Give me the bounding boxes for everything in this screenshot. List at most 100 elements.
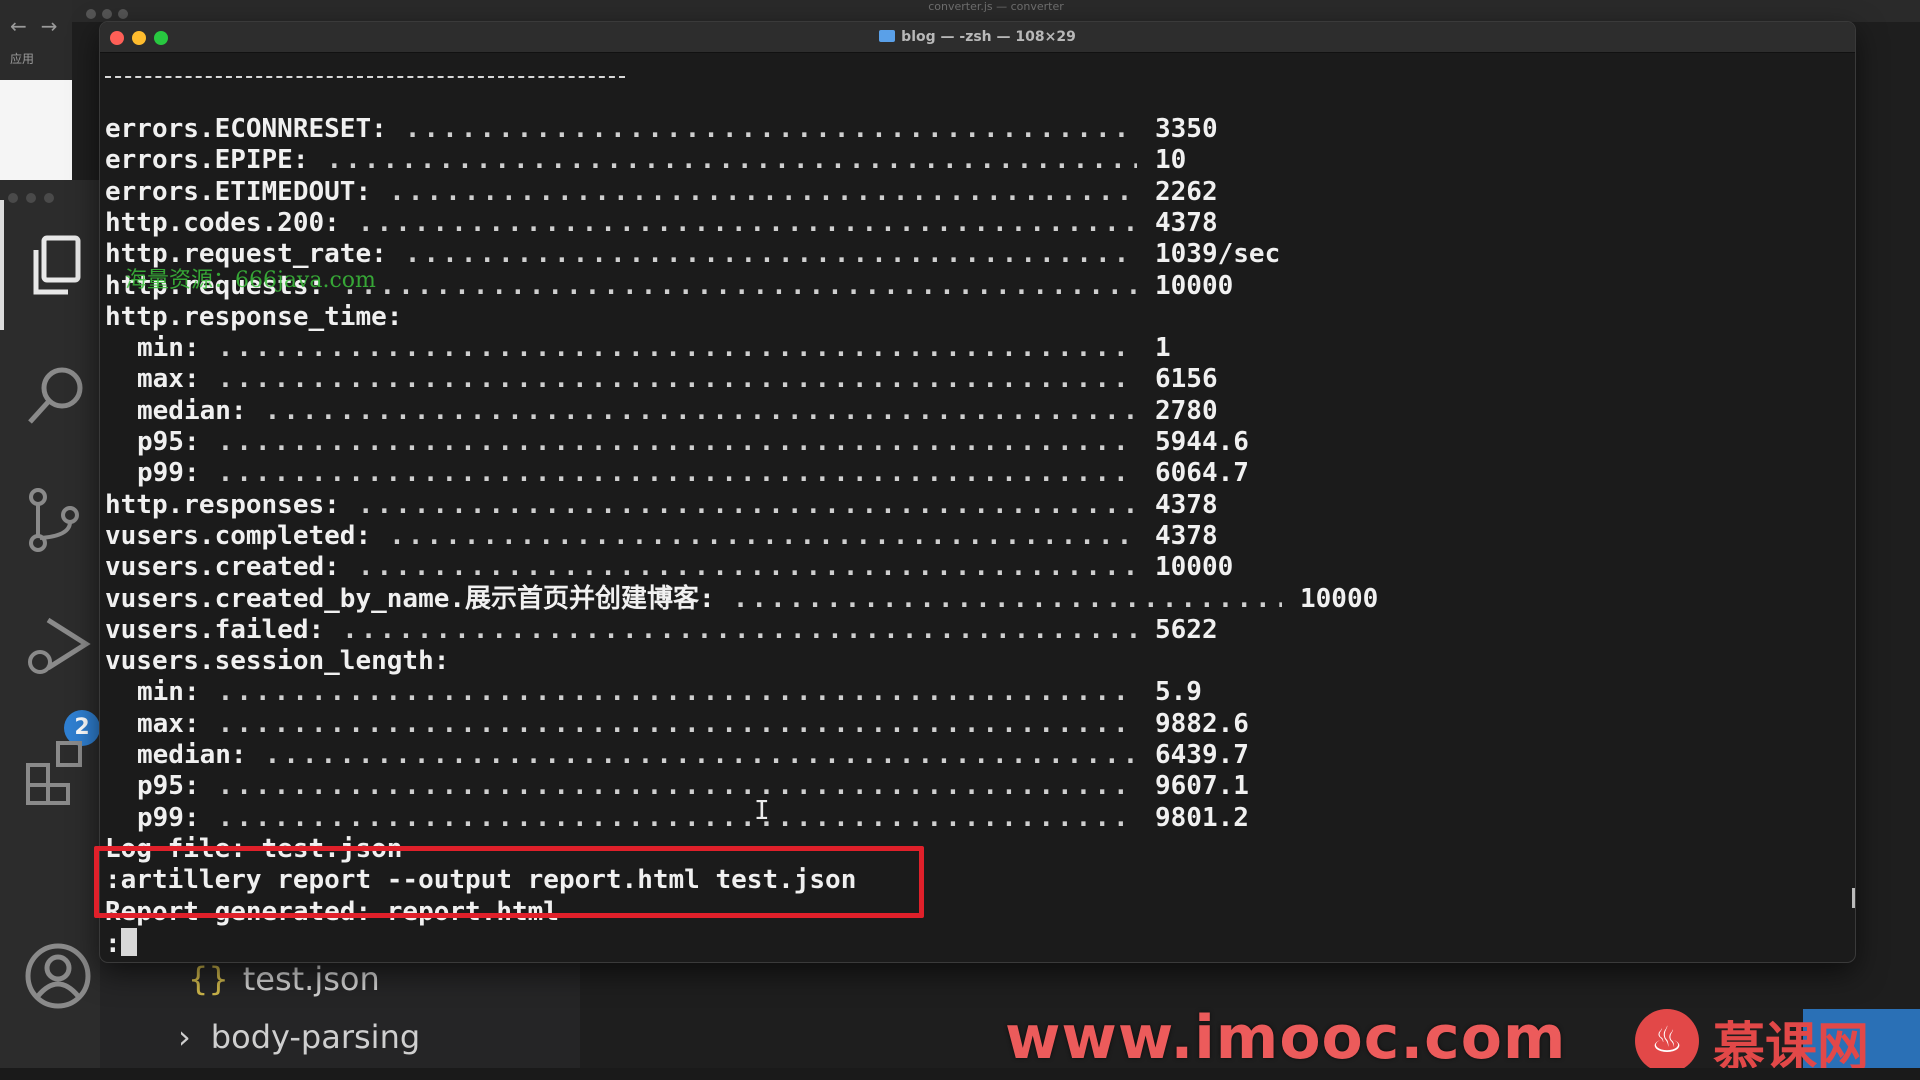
terminal-output[interactable]: errors.ECONNRESET:......................… <box>105 62 1855 962</box>
metric-value: 10000 <box>1155 552 1234 583</box>
metric-value: 9801.2 <box>1155 802 1249 833</box>
metric-line: p99:....................................… <box>137 802 1249 834</box>
metric-value: 6156 <box>1155 364 1218 395</box>
metric-line: errors.EPIPE:...........................… <box>105 145 1186 176</box>
metric-line: p95:....................................… <box>137 771 1249 802</box>
background-editor-titlebar: converter.js — converter <box>72 0 1920 22</box>
metric-value: 10000 <box>1155 270 1234 301</box>
run-debug-icon[interactable] <box>22 610 94 682</box>
leader-dots: ........................................… <box>217 771 1137 802</box>
metric-line: median:.................................… <box>137 740 1249 771</box>
metric-key: p99: <box>137 802 200 833</box>
metric-key: vusers.session_length: <box>105 646 450 677</box>
account-icon[interactable] <box>22 940 94 1012</box>
leader-dots: ........................................… <box>389 520 1137 551</box>
metric-value: 6064.7 <box>1155 458 1249 489</box>
metric-line: p99:....................................… <box>137 458 1249 489</box>
site-watermark: www.imooc.com <box>1005 1003 1567 1073</box>
leader-dots: ........................................… <box>357 552 1137 583</box>
metric-value: 5944.6 <box>1155 427 1249 457</box>
metric-value: 2262 <box>1155 176 1218 207</box>
metric-line: max:....................................… <box>137 708 1249 740</box>
window-controls <box>8 188 62 207</box>
metric-line: errors.ETIMEDOUT:.......................… <box>105 176 1218 208</box>
metric-value: 6439.7 <box>1155 740 1249 770</box>
metric-key: min: <box>137 333 200 364</box>
metric-key: max: <box>137 364 200 395</box>
metric-key: errors.ECONNRESET: <box>105 114 387 144</box>
overlay-watermark: 海量资源：666java.com <box>125 268 376 293</box>
leader-dots: ........................................… <box>217 677 1137 708</box>
chevron-right-icon: › <box>178 1018 191 1056</box>
metric-key: p95: <box>137 427 200 457</box>
metric-line: http.response_time: <box>105 302 402 333</box>
folder-icon <box>879 30 896 42</box>
metric-value: 5.9 <box>1155 677 1202 708</box>
terminal-titlebar[interactable]: blog — -zsh — 108×29 <box>100 22 1855 53</box>
shell-prompt[interactable]: : <box>105 927 137 959</box>
metric-key: vusers.created: <box>105 552 340 583</box>
explorer-file-item[interactable]: {} test.json <box>188 960 380 998</box>
extensions-icon[interactable] <box>22 735 94 807</box>
forward-arrow-icon[interactable]: → <box>41 14 58 38</box>
metric-key: errors.ETIMEDOUT: <box>105 176 372 207</box>
flame-icon: ♨ <box>1635 1009 1699 1073</box>
browser-nav: ← → <box>10 14 72 38</box>
metric-value: 3350 <box>1155 114 1218 144</box>
editor-title: converter.js — converter <box>928 0 1064 13</box>
scrollbar-thumb[interactable] <box>1852 888 1855 908</box>
metric-value: 4378 <box>1155 520 1218 551</box>
metric-value: 2780 <box>1155 395 1218 426</box>
active-indicator <box>0 200 4 330</box>
search-icon[interactable] <box>22 360 94 432</box>
leader-dots: ........................................… <box>357 207 1137 238</box>
leader-dots: ........................................… <box>404 239 1137 270</box>
leader-dots: ........................................… <box>732 583 1282 614</box>
terminal-window[interactable]: blog — -zsh — 108×29 errors.ECONNRESET:.… <box>100 22 1855 962</box>
explorer-folder-label: body-parsing <box>210 1018 421 1056</box>
leader-dots: ........................................… <box>217 802 1137 833</box>
leader-dots: ........................................… <box>217 708 1137 739</box>
metric-line: p95:....................................… <box>137 427 1249 458</box>
metric-line: median:.................................… <box>137 395 1218 427</box>
metric-key: http.response_time: <box>105 301 403 332</box>
text-cursor-icon: I <box>754 796 770 826</box>
source-control-icon[interactable] <box>22 485 94 557</box>
highlight-box <box>94 846 924 918</box>
metric-line: max:....................................… <box>137 364 1218 395</box>
metric-line: vusers.created:.........................… <box>105 552 1233 583</box>
metric-value: 1 <box>1155 333 1171 364</box>
explorer-panel: {} test.json › body-parsing <box>100 960 580 1080</box>
leader-dots: ........................................… <box>217 333 1137 364</box>
vscode-activity-bar: 2 <box>0 180 100 1080</box>
metric-key: http.codes.200: <box>105 207 340 238</box>
explorer-icon[interactable] <box>22 230 94 302</box>
metric-key: vusers.created_by_name.展示首页并创建博客: <box>105 583 715 614</box>
browser-apps-label[interactable]: 应用 <box>10 50 34 67</box>
metric-line: vusers.session_length: <box>105 646 449 677</box>
leader-dots: ........................................… <box>342 614 1137 645</box>
leader-dots: ........................................… <box>404 114 1137 144</box>
explorer-folder-item[interactable]: › body-parsing <box>178 1018 420 1056</box>
leader-dots: ........................................… <box>264 395 1137 426</box>
metric-key: vusers.failed: <box>105 614 325 645</box>
back-arrow-icon[interactable]: ← <box>10 14 27 38</box>
bottom-strip <box>0 1068 1920 1080</box>
metric-value: 10 <box>1155 145 1187 176</box>
leader-dots: ........................................… <box>389 176 1137 207</box>
metric-key: min: <box>137 677 200 708</box>
leader-dots: ........................................… <box>217 458 1137 489</box>
leader-dots: ........................................… <box>357 489 1137 520</box>
leader-dots: ........................................… <box>326 145 1138 176</box>
metric-value: 9607.1 <box>1155 771 1249 802</box>
leader-dots: ........................................… <box>217 427 1137 457</box>
metric-key: p99: <box>137 458 200 489</box>
metric-key: http.responses: <box>105 489 340 520</box>
summary-divider <box>105 76 625 78</box>
metric-line: http.responses:.........................… <box>105 489 1218 521</box>
metric-key: errors.EPIPE: <box>105 145 309 176</box>
terminal-title-text: blog — -zsh — 108×29 <box>901 29 1076 45</box>
metric-line: min:....................................… <box>137 677 1202 708</box>
terminal-title: blog — -zsh — 108×29 <box>100 22 1855 52</box>
prompt-symbol: : <box>105 928 121 959</box>
